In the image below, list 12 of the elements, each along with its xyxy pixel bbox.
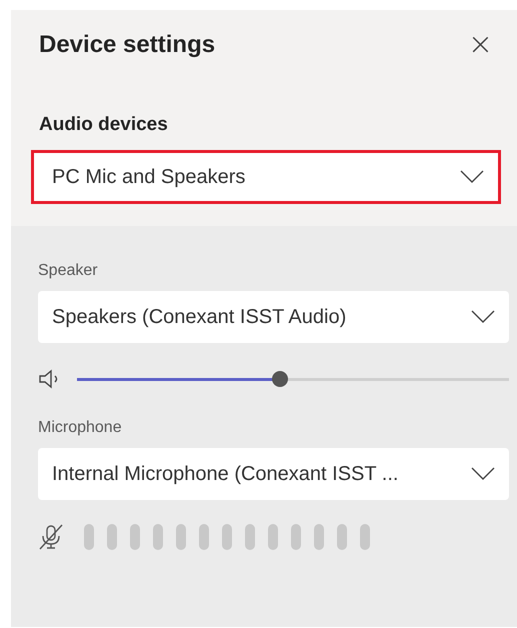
chevron-icon xyxy=(460,170,484,184)
slider-thumb[interactable] xyxy=(272,371,288,387)
section-label: Audio devices xyxy=(39,114,169,136)
field-label: Microphone xyxy=(38,419,123,437)
field-label: Speaker xyxy=(38,262,99,280)
close-button[interactable]: × xyxy=(460,30,501,60)
dropdown[interactable]: Speakers (Conexant ISST Audio) xyxy=(38,291,509,343)
panel-title: Device settings xyxy=(39,31,216,59)
chevron-icon xyxy=(471,467,495,481)
dropdown[interactable]: Internal Microphone (Conexant ISST ... xyxy=(38,448,509,500)
dropdown[interactable]: PC Mic and Speakers xyxy=(31,150,501,204)
chevron-icon xyxy=(471,310,495,324)
